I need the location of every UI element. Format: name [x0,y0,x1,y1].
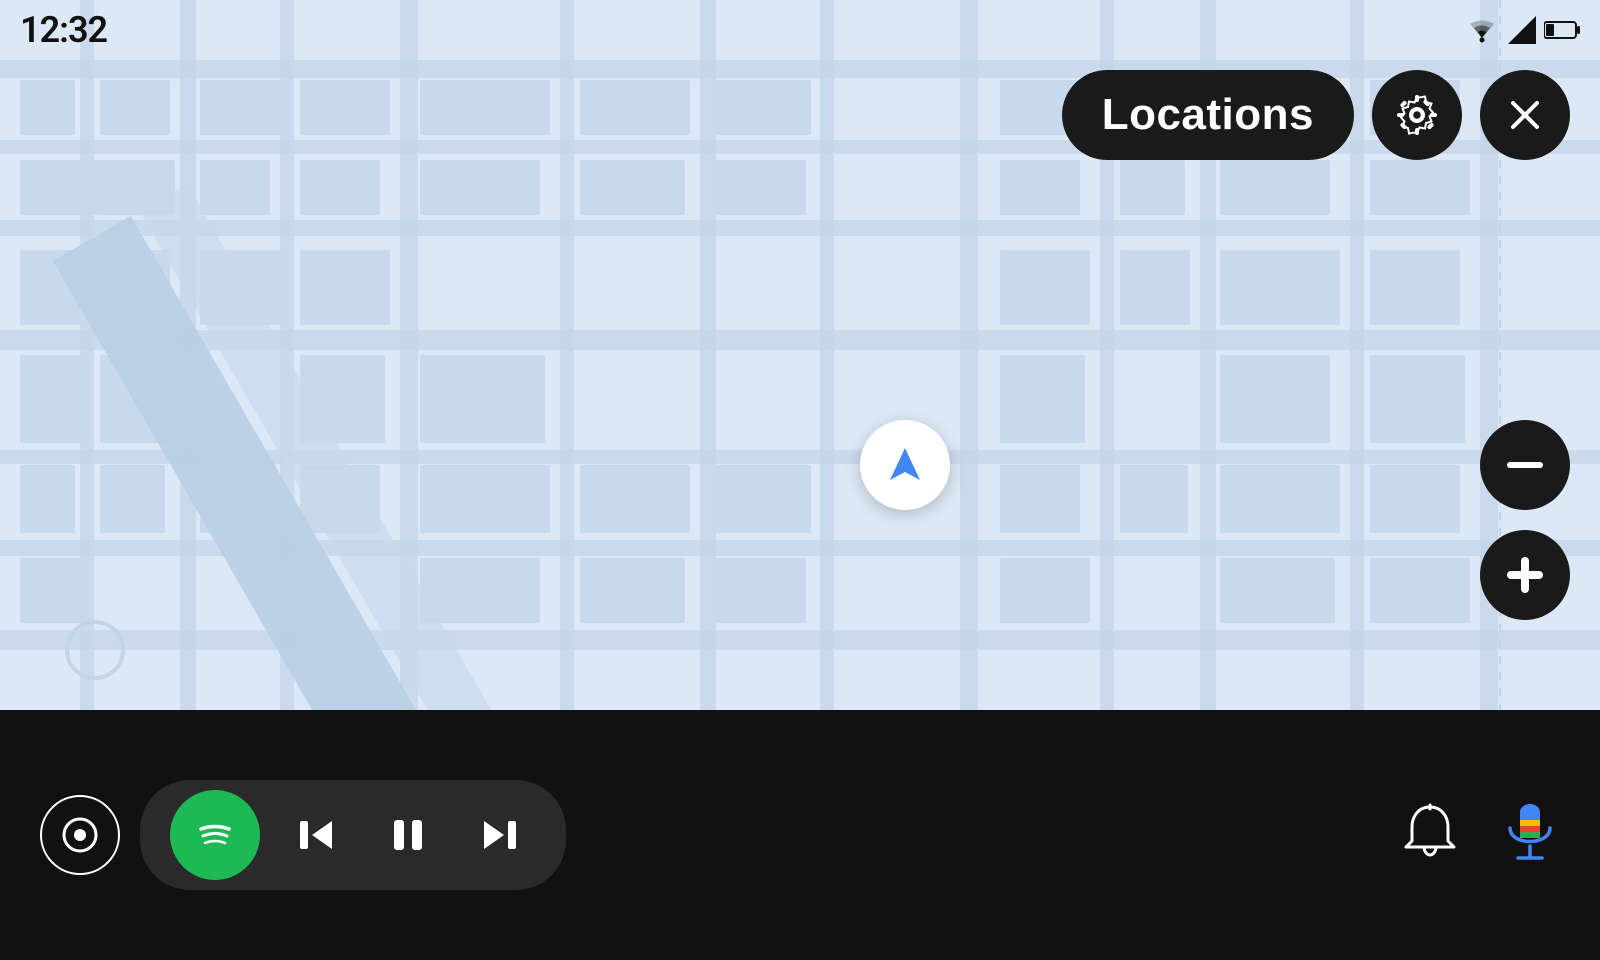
status-bar: 12:32 [0,0,1600,60]
settings-button[interactable] [1372,70,1462,160]
minus-icon [1507,462,1543,468]
pause-icon [386,813,430,857]
signal-icon [1508,16,1536,44]
right-controls [1400,800,1600,870]
media-pill [140,780,566,890]
bottom-bar [0,710,1600,960]
zoom-out-button[interactable] [1480,420,1570,510]
spotify-icon [188,808,242,862]
zoom-controls [1480,420,1570,620]
mic-icon [1500,800,1560,870]
status-icons [1464,16,1580,44]
next-track-icon [478,813,522,857]
mic-button[interactable] [1500,800,1560,870]
prev-track-button[interactable] [280,803,352,867]
prev-track-icon [294,813,338,857]
home-button[interactable] [40,795,120,875]
wifi-icon [1464,16,1500,44]
spotify-button[interactable] [170,790,260,880]
bell-icon [1400,803,1460,867]
zoom-in-button[interactable] [1480,530,1570,620]
navigation-arrow [860,420,950,510]
gear-icon [1395,93,1439,137]
battery-icon [1544,20,1580,40]
locations-button[interactable]: Locations [1062,70,1354,160]
clock: 12:32 [20,9,107,51]
top-controls: Locations [1062,70,1570,160]
next-track-button[interactable] [464,803,536,867]
close-button[interactable] [1480,70,1570,160]
close-icon [1507,97,1543,133]
pause-button[interactable] [372,803,444,867]
left-controls [0,780,566,890]
home-circle-icon [61,816,99,854]
plus-icon [1507,557,1543,593]
bell-button[interactable] [1400,803,1460,867]
